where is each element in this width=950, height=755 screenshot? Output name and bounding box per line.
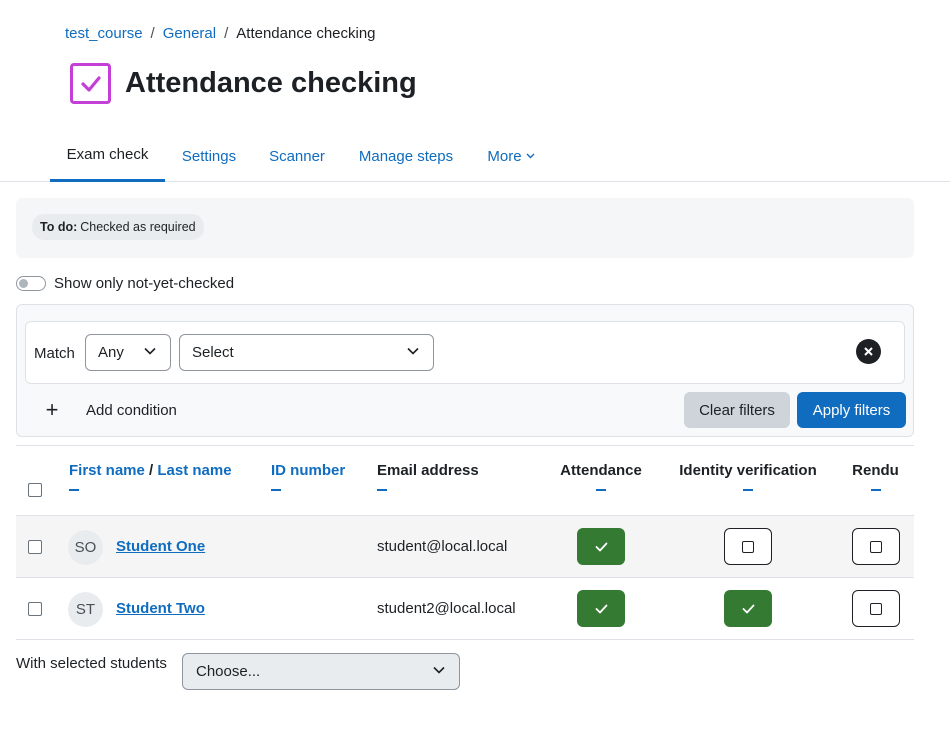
student-name-link[interactable]: Student One — [116, 538, 205, 555]
bulk-actions-label: With selected students — [16, 655, 167, 672]
tab-scanner[interactable]: Scanner — [253, 130, 341, 182]
chevron-down-icon — [526, 153, 535, 159]
bulk-action-select[interactable]: Choose... — [182, 653, 460, 690]
breadcrumb-separator: / — [150, 25, 155, 42]
todo-value: Checked as required — [80, 220, 196, 234]
square-icon — [870, 540, 882, 553]
tab-manage-steps[interactable]: Manage steps — [341, 130, 471, 182]
rendu-step-button[interactable] — [852, 590, 900, 627]
page-header: Attendance checking — [70, 63, 417, 104]
filter-panel: Match Any Select + Add condition Clear f… — [16, 304, 914, 437]
table-row: SO Student One student@local.local — [16, 516, 914, 578]
select-all-checkbox[interactable] — [28, 483, 42, 497]
breadcrumb-current: Attendance checking — [236, 25, 376, 42]
bulk-actions: With selected students Choose... — [16, 653, 460, 690]
identity-step-button[interactable] — [724, 590, 772, 627]
tab-label: Settings — [181, 147, 237, 165]
condition-select[interactable]: Select — [179, 334, 434, 371]
breadcrumb-separator: / — [224, 25, 229, 42]
match-select[interactable]: Any — [85, 334, 171, 371]
tab-label: Exam check — [66, 146, 149, 163]
tab-label: Manage steps — [358, 147, 454, 165]
sort-last-name-link[interactable]: Last name — [157, 462, 231, 479]
chevron-down-icon — [407, 347, 419, 355]
identity-column-header: Identity verification — [668, 462, 828, 491]
checkbox-icon — [70, 63, 111, 104]
bulk-action-value: Choose... — [196, 663, 261, 680]
todo-label: To do: — [40, 220, 78, 234]
column-dash — [743, 489, 753, 491]
column-dash — [271, 489, 281, 491]
attendance-header-label: Attendance — [560, 462, 642, 479]
breadcrumb-course-link[interactable]: test_course — [65, 25, 143, 42]
clear-filters-button[interactable]: Clear filters — [684, 392, 790, 428]
student-email: student2@local.local — [377, 600, 516, 617]
tab-label: Scanner — [269, 147, 325, 165]
avatar: ST — [68, 592, 103, 627]
avatar: SO — [68, 530, 103, 565]
show-not-checked-toggle[interactable] — [16, 276, 46, 291]
square-icon — [870, 602, 882, 615]
tab-more[interactable]: More — [471, 130, 551, 182]
name-column-header: First name / Last name — [69, 462, 232, 491]
secondary-navigation: Exam check Settings Scanner Manage steps… — [0, 130, 950, 182]
row-select-checkbox[interactable] — [28, 602, 42, 616]
table-header: First name / Last name ID number Email a… — [16, 445, 914, 516]
page-title: Attendance checking — [125, 67, 417, 99]
identity-step-button[interactable] — [724, 528, 772, 565]
not-checked-filter-row: Show only not-yet-checked — [16, 275, 234, 292]
rendu-column-header: Rendu — [849, 462, 902, 491]
match-label: Match — [34, 345, 75, 362]
breadcrumb: test_course / General / Attendance check… — [65, 25, 376, 42]
attendance-step-button[interactable] — [577, 528, 625, 565]
remove-condition-button[interactable] — [856, 339, 881, 364]
chevron-down-icon — [433, 666, 445, 674]
sort-first-name-link[interactable]: First name — [69, 462, 145, 479]
todo-badge: To do: Checked as required — [32, 214, 204, 240]
column-dash — [377, 489, 387, 491]
condition-select-value: Select — [192, 344, 234, 361]
rendu-header-label: Rendu — [852, 462, 899, 479]
tab-settings[interactable]: Settings — [165, 130, 253, 182]
breadcrumb-section-link[interactable]: General — [163, 25, 216, 42]
add-condition-button[interactable]: + Add condition — [42, 399, 177, 421]
plus-icon: + — [45, 397, 59, 422]
column-dash — [870, 489, 881, 491]
student-name-link[interactable]: Student Two — [116, 600, 205, 617]
identity-header-label: Identity verification — [679, 462, 817, 479]
check-icon — [742, 604, 754, 613]
name-separator: / — [149, 462, 154, 479]
attendance-step-button[interactable] — [577, 590, 625, 627]
sort-id-number-link[interactable]: ID number — [271, 462, 345, 479]
email-header-label: Email address — [377, 462, 479, 479]
square-icon — [742, 540, 754, 553]
match-select-value: Any — [98, 344, 124, 361]
toggle-knob — [19, 279, 28, 288]
column-dash — [596, 489, 606, 491]
attendance-column-header: Attendance — [546, 462, 656, 491]
close-icon — [864, 347, 873, 356]
toggle-label: Show only not-yet-checked — [54, 275, 235, 292]
tab-exam-check[interactable]: Exam check — [50, 130, 165, 182]
add-condition-label: Add condition — [86, 401, 177, 419]
check-icon — [595, 604, 607, 613]
table-row: ST Student Two student2@local.local — [16, 578, 914, 640]
filter-condition-row: Match Any Select — [25, 321, 905, 384]
rendu-step-button[interactable] — [852, 528, 900, 565]
completion-info: To do: Checked as required — [16, 198, 914, 258]
check-icon — [595, 542, 607, 551]
tab-label: More — [487, 147, 522, 165]
column-dash — [69, 489, 79, 491]
students-table: First name / Last name ID number Email a… — [16, 445, 914, 640]
id-number-column-header: ID number — [271, 462, 345, 491]
student-email: student@local.local — [377, 538, 508, 555]
chevron-down-icon — [144, 347, 156, 355]
email-column-header: Email address — [377, 462, 479, 491]
apply-filters-button[interactable]: Apply filters — [797, 392, 906, 428]
row-select-checkbox[interactable] — [28, 540, 42, 554]
